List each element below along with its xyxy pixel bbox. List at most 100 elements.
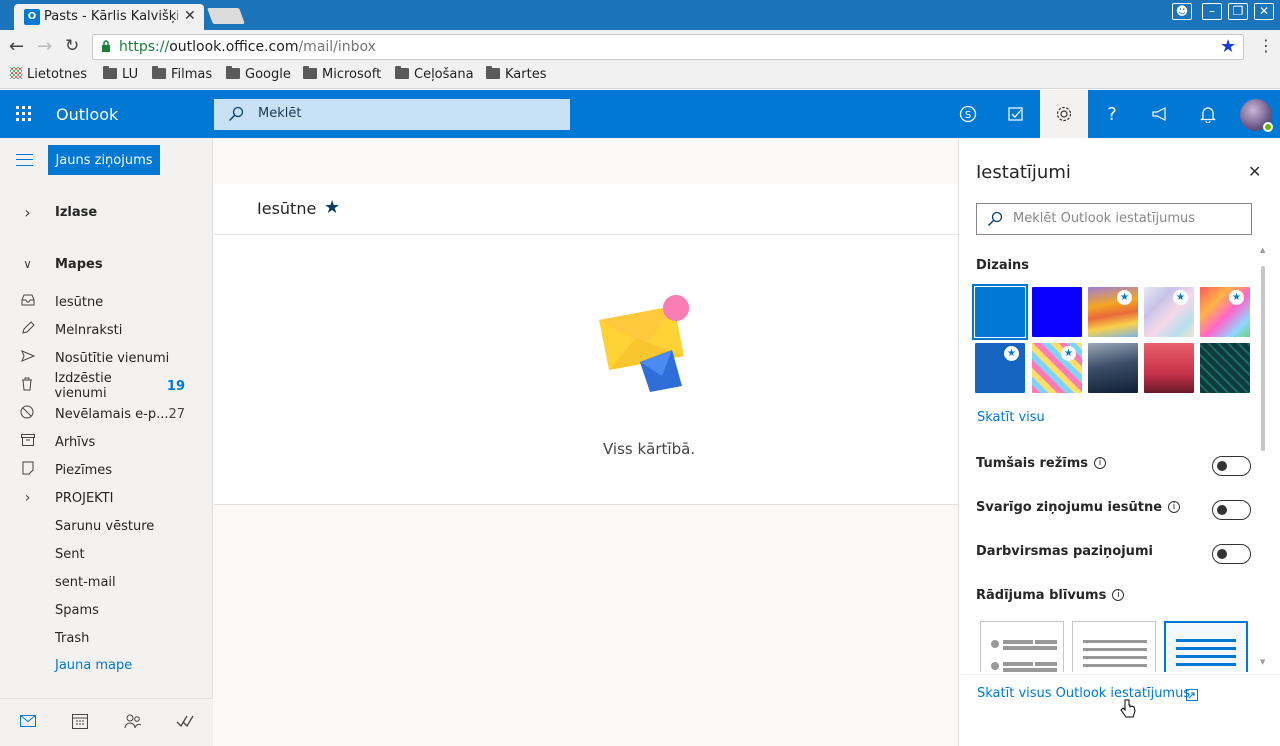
density-options <box>976 620 1256 672</box>
folder-item[interactable]: Piezīmes <box>0 456 213 484</box>
bookmark-microsoft[interactable]: Microsoft <box>303 66 381 85</box>
archive-icon <box>0 434 55 450</box>
address-bar[interactable]: https://outlook.office.com/mail/inbox ★ <box>92 34 1244 60</box>
skype-icon[interactable]: S <box>944 90 992 138</box>
favorite-star-icon[interactable]: ★ <box>324 197 340 218</box>
folder-item[interactable]: Sarunu vēsture <box>0 512 213 540</box>
url-path: /mail/inbox <box>298 39 376 55</box>
close-window-button[interactable]: ✕ <box>1254 3 1274 20</box>
bookmark-apps[interactable]: Lietotnes <box>10 67 87 85</box>
folder-item[interactable]: Melnraksti <box>0 316 213 344</box>
folders-label: Mapes <box>55 256 103 272</box>
url-scheme: https:// <box>119 39 170 55</box>
bookmark-kartes[interactable]: Kartes <box>486 66 546 85</box>
open-external-icon[interactable] <box>1186 689 1198 705</box>
settings-gear-icon[interactable] <box>1040 90 1088 138</box>
theme-blue[interactable] <box>975 287 1025 337</box>
inbox-icon <box>0 294 55 310</box>
folder-item[interactable]: Nosūtītie vienumi <box>0 344 213 372</box>
focused-inbox-toggle[interactable] <box>1212 500 1251 520</box>
settings-search-input[interactable]: Meklēt Outlook iestatījumus <box>976 203 1252 235</box>
folder-label: Sarunu vēsture <box>55 518 155 534</box>
close-settings-icon[interactable]: ✕ <box>1248 162 1261 181</box>
folder-item[interactable]: Trash <box>0 624 213 652</box>
search-icon <box>228 106 244 126</box>
new-message-button[interactable]: Jauns ziņojums <box>48 145 160 175</box>
premium-star-icon: ★ <box>1117 290 1132 305</box>
new-folder-link[interactable]: Jauna mape <box>55 658 132 673</box>
density-medium-option[interactable] <box>1072 621 1156 672</box>
minimize-button[interactable]: – <box>1202 3 1222 20</box>
app-launcher-icon[interactable] <box>0 90 48 138</box>
theme-circuit-dark[interactable] <box>1200 343 1250 393</box>
search-placeholder: Meklēt <box>258 106 302 121</box>
folder-label: Arhīvs <box>55 434 96 450</box>
lock-icon <box>101 40 111 52</box>
folder-item[interactable]: Sent <box>0 540 213 568</box>
folder-label: Melnraksti <box>55 322 123 338</box>
message-list-body <box>214 235 958 505</box>
density-full-option[interactable] <box>980 621 1064 672</box>
scroll-down-arrow-icon[interactable]: ▼ <box>1260 658 1265 666</box>
see-all-themes-link[interactable]: Skatīt visu <box>977 410 1045 425</box>
folder-label: sent-mail <box>55 574 116 590</box>
folder-item[interactable]: › PROJEKTI <box>0 484 213 512</box>
dark-mode-toggle[interactable] <box>1212 456 1251 476</box>
empty-inbox-text: Viss kārtībā. <box>603 440 696 458</box>
desktop-notifications-toggle[interactable] <box>1212 544 1251 564</box>
folder-item[interactable]: Nevēlamais e-p... 27 <box>0 400 213 428</box>
folder-item[interactable]: Iesūtne <box>0 288 213 316</box>
pencil-icon <box>0 321 55 339</box>
info-icon[interactable]: i <box>1094 457 1107 469</box>
folder-item[interactable]: Izdzēstie vienumi 19 <box>0 371 213 401</box>
unread-count-badge: 27 <box>168 406 185 422</box>
folder-title: Iesūtne <box>257 199 317 218</box>
todo-module-icon[interactable] <box>176 713 194 733</box>
search-box[interactable]: Meklēt <box>214 99 570 130</box>
people-module-icon[interactable] <box>124 713 142 733</box>
profile-icon[interactable]: ☻ <box>1172 3 1192 20</box>
settings-search-placeholder: Meklēt Outlook iestatījumus <box>1013 211 1196 226</box>
tab-close-icon[interactable]: ✕ <box>184 8 196 24</box>
density-compact-option[interactable] <box>1164 621 1248 672</box>
folders-section[interactable]: ∨ Mapes <box>0 250 213 278</box>
bookmark-lu[interactable]: LU <box>103 66 138 85</box>
url-host: outlook.office.com <box>169 39 299 55</box>
settings-footer-divider <box>959 674 1280 675</box>
theme-sunset[interactable] <box>1144 343 1194 393</box>
browser-tab-active[interactable]: O Pasts - Kārlis Kalvišķi ✕ <box>14 4 204 30</box>
info-icon[interactable]: i <box>1112 589 1125 601</box>
bookmark-star-icon[interactable]: ★ <box>1220 36 1236 57</box>
favorites-section[interactable]: › Izlase <box>0 198 213 226</box>
bell-icon[interactable] <box>1184 90 1232 138</box>
settings-scrollbar[interactable] <box>1261 266 1265 451</box>
mail-module-icon[interactable] <box>20 715 36 731</box>
folder-item[interactable]: sent-mail <box>0 568 213 596</box>
help-icon[interactable]: ? <box>1088 90 1136 138</box>
chevron-right-icon: › <box>24 490 31 506</box>
folder-item[interactable]: Spams <box>0 596 213 624</box>
reload-icon[interactable]: ↻ <box>65 36 79 56</box>
theme-bright-blue[interactable] <box>1032 287 1082 337</box>
bookmark-google[interactable]: Google <box>226 66 291 85</box>
restore-button[interactable]: ❐ <box>1228 3 1248 20</box>
info-icon[interactable]: i <box>1168 501 1181 513</box>
bookmark-filmas[interactable]: Filmas <box>152 66 212 85</box>
new-tab-button[interactable] <box>207 8 245 24</box>
forward-arrow-icon[interactable]: → <box>37 36 52 57</box>
todo-icon[interactable] <box>992 90 1040 138</box>
favorites-label: Izlase <box>55 204 98 220</box>
calendar-module-icon[interactable] <box>72 713 88 733</box>
megaphone-icon[interactable] <box>1136 90 1184 138</box>
view-all-settings-link[interactable]: Skatīt visus Outlook iestatījumus <box>977 686 1190 701</box>
folder-label: Nevēlamais e-p... <box>54 406 169 422</box>
theme-waves[interactable] <box>1088 343 1138 393</box>
browser-menu-icon[interactable]: ⋮ <box>1258 36 1274 55</box>
bookmark-celosana[interactable]: Ceļošana <box>395 66 474 85</box>
tab-title: Pasts - Kārlis Kalvišķi <box>44 9 178 24</box>
hamburger-icon[interactable] <box>16 154 33 166</box>
app-name[interactable]: Outlook <box>56 105 118 124</box>
folder-item[interactable]: Arhīvs <box>0 428 213 456</box>
scroll-up-arrow-icon[interactable]: ▲ <box>1260 246 1265 254</box>
back-arrow-icon[interactable]: ← <box>9 36 24 57</box>
